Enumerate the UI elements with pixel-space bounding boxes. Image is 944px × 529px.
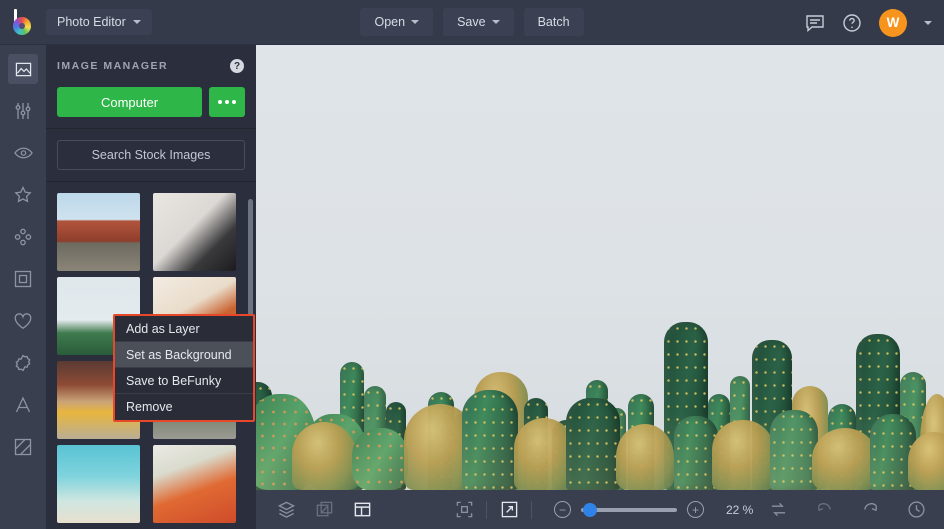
context-menu-item[interactable]: Save to BeFunky <box>115 368 253 394</box>
computer-upload-label: Computer <box>100 94 159 110</box>
context-menu-item[interactable]: Add as Layer <box>115 316 253 342</box>
photo-editor-window: Photo Editor Open Save Batch W IMAGE MAN… <box>0 0 944 529</box>
rail-item-graphics[interactable] <box>8 432 38 462</box>
zoom-in-button[interactable]: + <box>687 501 704 518</box>
more-upload-sources-button[interactable] <box>209 87 245 117</box>
chevron-down-icon <box>132 20 141 24</box>
app-switcher-label: Photo Editor <box>57 15 126 29</box>
befunky-logo[interactable] <box>0 0 46 45</box>
chevron-down-icon <box>411 20 420 24</box>
thumb-pizza[interactable] <box>152 445 236 523</box>
ellipsis-icon <box>218 100 222 104</box>
question-mark-icon[interactable]: ? <box>230 59 244 73</box>
divider <box>486 500 487 519</box>
rail-item-text[interactable] <box>8 390 38 420</box>
rail-item-image[interactable] <box>8 54 38 84</box>
panel-grid-icon[interactable] <box>350 498 374 522</box>
rail-item-textures[interactable] <box>8 348 38 378</box>
divider <box>46 181 256 182</box>
canvas-cacti <box>256 268 944 490</box>
thumbnail-context-menu: Add as Layer Set as Background Save to BeF… <box>113 314 255 422</box>
rail-item-artsy[interactable] <box>8 222 38 252</box>
search-stock-images-button[interactable]: Search Stock Images <box>57 140 245 170</box>
rail-item-effects[interactable] <box>8 180 38 210</box>
computer-upload-button[interactable]: Computer <box>57 87 202 117</box>
zoom-slider[interactable] <box>581 502 677 517</box>
avatar[interactable]: W <box>879 8 907 37</box>
zoom-control: − + 22 % <box>554 501 766 518</box>
panel-title: IMAGE MANAGER <box>57 60 169 72</box>
rail-item-edit[interactable] <box>8 96 38 126</box>
bottom-toolbar: − + 22 % <box>256 490 944 529</box>
history-clock-icon[interactable] <box>904 498 928 522</box>
chevron-down-icon[interactable] <box>924 20 932 25</box>
zoom-value: 22 % <box>726 502 754 517</box>
top-toolbar: Photo Editor Open Save Batch W <box>0 0 944 45</box>
fullscreen-expand-icon[interactable] <box>497 498 521 522</box>
compare-swap-icon[interactable] <box>766 498 790 522</box>
top-toolbar-right: W <box>805 0 932 45</box>
open-button[interactable]: Open <box>360 8 434 36</box>
undo-icon[interactable] <box>812 498 836 522</box>
save-button[interactable]: Save <box>443 8 514 36</box>
upload-section: Computer <box>46 87 256 128</box>
batch-label: Batch <box>537 15 570 29</box>
duplicate-layer-icon[interactable] <box>312 498 336 522</box>
thumb-dubrovnik[interactable] <box>57 193 140 271</box>
tool-rail <box>0 45 46 529</box>
chevron-down-icon <box>491 20 500 24</box>
thumb-ocean[interactable] <box>57 445 140 523</box>
context-menu-item[interactable]: Set as Background <box>115 342 253 368</box>
search-stock-images-label: Search Stock Images <box>91 148 211 162</box>
redo-icon[interactable] <box>858 498 882 522</box>
context-menu-item[interactable]: Remove <box>115 394 253 420</box>
thumb-desk-flatlay[interactable] <box>152 193 236 271</box>
zoom-out-button[interactable]: − <box>554 501 571 518</box>
rail-item-overlays[interactable] <box>8 306 38 336</box>
zoom-slider-handle[interactable] <box>583 502 597 517</box>
app-switcher-button[interactable]: Photo Editor <box>46 9 152 35</box>
rail-item-frames[interactable] <box>8 264 38 294</box>
open-label: Open <box>374 15 406 29</box>
save-label: Save <box>457 15 486 29</box>
image-manager-panel: IMAGE MANAGER ? Computer Search Stock Im… <box>46 45 256 529</box>
question-circle-icon[interactable] <box>842 13 862 33</box>
panel-header: IMAGE MANAGER ? <box>46 45 256 87</box>
batch-button[interactable]: Batch <box>523 8 584 36</box>
stock-section: Search Stock Images <box>46 140 256 181</box>
rail-item-touch-up[interactable] <box>8 138 38 168</box>
top-toolbar-center: Open Save Batch <box>322 8 622 36</box>
divider <box>46 128 256 129</box>
layers-icon[interactable] <box>274 498 298 522</box>
image-canvas[interactable] <box>256 45 944 490</box>
divider <box>531 500 532 519</box>
chat-icon[interactable] <box>805 14 825 32</box>
fit-to-screen-icon[interactable] <box>452 498 476 522</box>
